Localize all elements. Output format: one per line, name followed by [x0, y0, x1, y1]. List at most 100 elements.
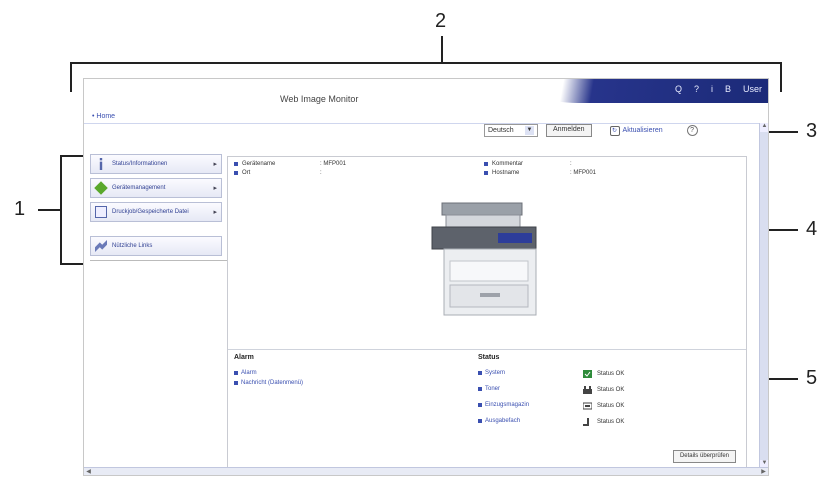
header-icons: Q ? i B User: [675, 84, 762, 94]
location-value: :: [320, 170, 322, 176]
sidebar-item-label: Druckjob/Gespeicherte Datei: [112, 209, 189, 215]
status-value-tray: Status OK: [583, 402, 624, 410]
comment-row: Kommentar :: [484, 161, 572, 167]
status-link-label: Ausgabefach: [485, 418, 521, 424]
message-link[interactable]: Nachricht (Datenmenü): [234, 380, 304, 386]
diamond-icon: [94, 181, 108, 195]
scroll-right-icon[interactable]: ▶: [759, 468, 768, 475]
scroll-up-icon[interactable]: ▲: [760, 123, 768, 132]
status-title: Status: [478, 354, 500, 361]
status-link-system[interactable]: System: [478, 370, 505, 376]
device-overview-panel: Gerätename : MFP001 Ort : Kommentar : Ho…: [227, 156, 747, 468]
link-icon: [95, 240, 107, 252]
sidebar-item-print-job[interactable]: Druckjob/Gespeicherte Datei ▸: [90, 202, 222, 222]
toner-icon: [583, 386, 592, 394]
comment-label: Kommentar: [492, 161, 524, 167]
status-link-toner[interactable]: Toner: [478, 386, 500, 392]
app-title: Web Image Monitor: [280, 94, 359, 104]
vertical-scrollbar[interactable]: ▲ ▼: [759, 123, 768, 469]
toolbar: Deutsch ▼ Anmelden ↻ Aktualisieren ?: [484, 124, 698, 137]
printer-image: [431, 202, 537, 316]
output-tray-icon: [583, 418, 589, 426]
help-circle-icon[interactable]: ?: [686, 125, 698, 136]
status-value-toner: Status OK: [583, 386, 624, 394]
login-button[interactable]: Anmelden: [546, 124, 592, 137]
alarm-link[interactable]: Alarm: [234, 370, 257, 376]
callout-1-stem: [38, 209, 61, 211]
sidebar-item-device-management[interactable]: Gerätemanagement ▸: [90, 178, 222, 198]
hostname-value: : MFP001: [570, 170, 597, 176]
device-name-row: Gerätename : MFP001: [234, 161, 346, 167]
status-value-output: Status OK: [583, 418, 624, 426]
sidebar-item-label: Status/Informationen: [112, 161, 168, 167]
header-bar: Q ? i B User Web Image Monitor: [84, 79, 768, 111]
sidebar-item-label: Gerätemanagement: [112, 185, 166, 191]
status-value-system: Status OK: [583, 370, 624, 378]
check-details-button[interactable]: Details überprüfen: [672, 450, 736, 463]
location-label: Ort: [242, 170, 251, 176]
help-icon[interactable]: ?: [694, 84, 699, 94]
paper-tray-icon: [583, 402, 592, 410]
chevron-down-icon: ▼: [525, 126, 534, 135]
status-link-tray[interactable]: Einzugsmagazin: [478, 402, 529, 408]
hostname-label: Hostname: [492, 170, 520, 176]
bullet-icon: [478, 387, 482, 391]
status-link-label: System: [485, 370, 506, 376]
callout-3-number: 3: [806, 120, 818, 142]
chevron-right-icon: ▸: [213, 185, 217, 192]
refresh-icon: ↻: [609, 125, 620, 136]
sidebar-item-label: Nützliche Links: [112, 243, 153, 249]
info-icon[interactable]: i: [711, 84, 713, 94]
bullet-icon: [234, 162, 238, 166]
comment-value: :: [570, 161, 572, 167]
location-row: Ort :: [234, 170, 322, 176]
bullet-icon: [234, 371, 238, 375]
callout-2-number: 2: [435, 10, 447, 32]
bullet-icon: [478, 403, 482, 407]
hostname-row: Hostname : MFP001: [484, 170, 596, 176]
scroll-left-icon[interactable]: ◀: [84, 468, 93, 475]
sidebar-divider: [90, 260, 228, 261]
callout-1-number: 1: [14, 198, 26, 220]
info-icon: [99, 158, 103, 170]
bullet-icon: [478, 371, 482, 375]
section-divider: [228, 349, 746, 350]
search-icon[interactable]: Q: [675, 84, 682, 94]
bullet-icon: [484, 171, 488, 175]
login-icon[interactable]: B: [725, 84, 731, 94]
message-link-label: Nachricht (Datenmenü): [241, 380, 304, 386]
web-image-monitor-window: Q ? i B User Web Image Monitor • Home De…: [83, 78, 769, 476]
callout-2-stem: [441, 36, 443, 63]
chevron-right-icon: ▸: [213, 209, 217, 216]
device-name-value: : MFP001: [320, 161, 347, 167]
sidebar-item-status[interactable]: Status/Informationen ▸: [90, 154, 222, 174]
status-value-label: Status OK: [597, 387, 625, 393]
status-link-label: Toner: [485, 386, 501, 392]
status-value-label: Status OK: [597, 371, 625, 377]
bullet-icon: [484, 162, 488, 166]
user-label[interactable]: User: [743, 84, 762, 94]
sidebar-menu: Status/Informationen ▸ Gerätemanagement …: [90, 154, 228, 261]
callout-5-number: 5: [806, 367, 818, 389]
language-value: Deutsch: [488, 127, 514, 134]
sidebar-item-useful-links[interactable]: Nützliche Links: [90, 236, 222, 256]
bullet-icon: [478, 419, 482, 423]
refresh-label: Aktualisieren: [622, 127, 663, 134]
alarm-link-label: Alarm: [241, 370, 257, 376]
status-value-label: Status OK: [597, 403, 625, 409]
refresh-button[interactable]: ↻ Aktualisieren: [609, 125, 663, 136]
system-ok-icon: [583, 370, 592, 378]
chevron-right-icon: ▸: [213, 161, 217, 168]
callout-4-number: 4: [806, 218, 818, 240]
language-select[interactable]: Deutsch ▼: [484, 124, 538, 137]
status-link-label: Einzugsmagazin: [485, 402, 530, 408]
device-name-label: Gerätename: [242, 161, 276, 167]
bullet-icon: [234, 171, 238, 175]
alarm-title: Alarm: [234, 354, 254, 361]
status-link-output[interactable]: Ausgabefach: [478, 418, 520, 424]
status-value-label: Status OK: [597, 419, 625, 425]
home-link[interactable]: • Home: [92, 113, 115, 120]
horizontal-scrollbar[interactable]: ◀ ▶: [84, 467, 768, 475]
bullet-icon: [234, 381, 238, 385]
document-icon: [95, 206, 107, 218]
